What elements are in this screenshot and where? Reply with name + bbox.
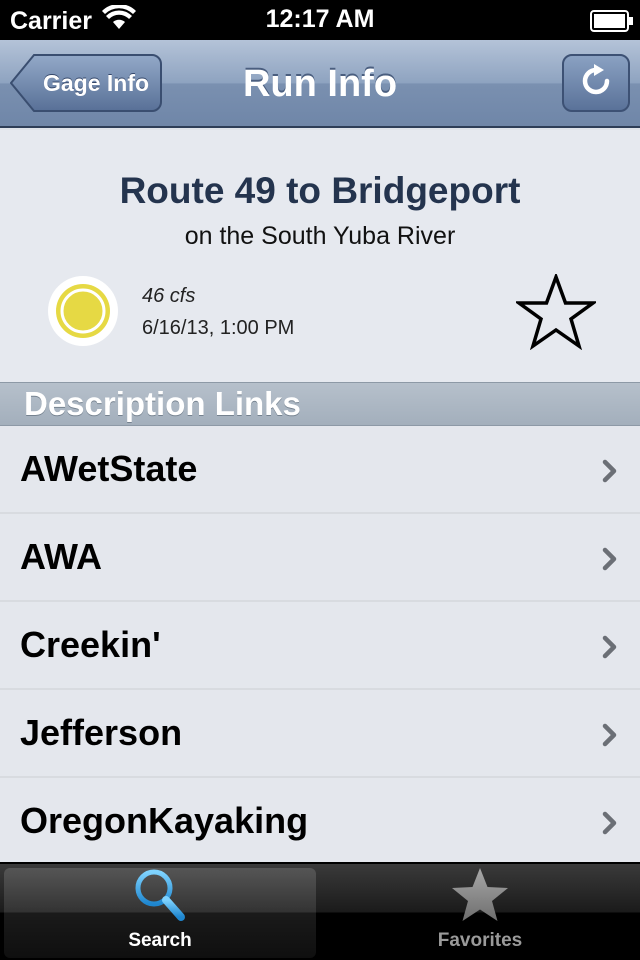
star-outline-icon (513, 271, 599, 354)
list-item-label: AWA (20, 536, 103, 577)
list-item-label: Jefferson (20, 712, 183, 753)
list-item-label: AWetState (20, 448, 198, 489)
tab-search[interactable]: Search (4, 868, 316, 958)
back-button-label: Gage Info (42, 70, 150, 96)
refresh-icon (580, 63, 612, 103)
list-item-jefferson[interactable]: Jefferson (0, 690, 640, 778)
flow-timestamp: 6/16/13, 1:00 PM (142, 317, 295, 339)
chevron-right-icon (602, 723, 618, 752)
run-title: Route 49 to Bridgeport (119, 170, 521, 211)
back-button[interactable]: Gage Info (10, 54, 162, 112)
run-info-header: Route 49 to Bridgeport on the South Yuba… (0, 130, 640, 382)
battery-icon (590, 10, 634, 39)
search-icon (133, 867, 187, 928)
flow-value: 46 cfs (142, 285, 196, 307)
tab-favorites[interactable]: Favorites (324, 868, 636, 958)
carrier-indicator: Carrier (10, 3, 136, 38)
chevron-right-icon (602, 547, 618, 576)
section-header-description-links: Description Links (0, 382, 640, 426)
list-item-creekin[interactable]: Creekin' (0, 602, 640, 690)
list-item-label: Creekin' (20, 624, 161, 665)
star-icon (450, 867, 510, 928)
favorite-button[interactable] (513, 271, 599, 355)
refresh-button[interactable] (562, 54, 630, 112)
description-links-list: AWetState AWA Creekin' Jefferson OregonK… (0, 426, 640, 866)
list-item-awa[interactable]: AWA (0, 514, 640, 602)
list-item-label: OregonKayaking (20, 800, 309, 841)
tab-label: Search (128, 930, 192, 951)
wifi-icon (102, 3, 136, 38)
tab-label: Favorites (437, 930, 523, 951)
list-item-awetstate[interactable]: AWetState (0, 426, 640, 514)
status-bar: Carrier 12:17 AM (0, 0, 640, 40)
navigation-bar: Gage Info Run Info (0, 40, 640, 128)
tab-bar: Search Favorites (0, 862, 640, 960)
list-item-oregonkayaking[interactable]: OregonKayaking (0, 778, 640, 866)
carrier-label: Carrier (10, 7, 92, 35)
chevron-right-icon (602, 459, 618, 488)
chevron-right-icon (602, 635, 618, 664)
river-name: on the South Yuba River (184, 222, 456, 250)
chevron-right-icon (602, 811, 618, 840)
flow-status-icon (48, 276, 118, 346)
